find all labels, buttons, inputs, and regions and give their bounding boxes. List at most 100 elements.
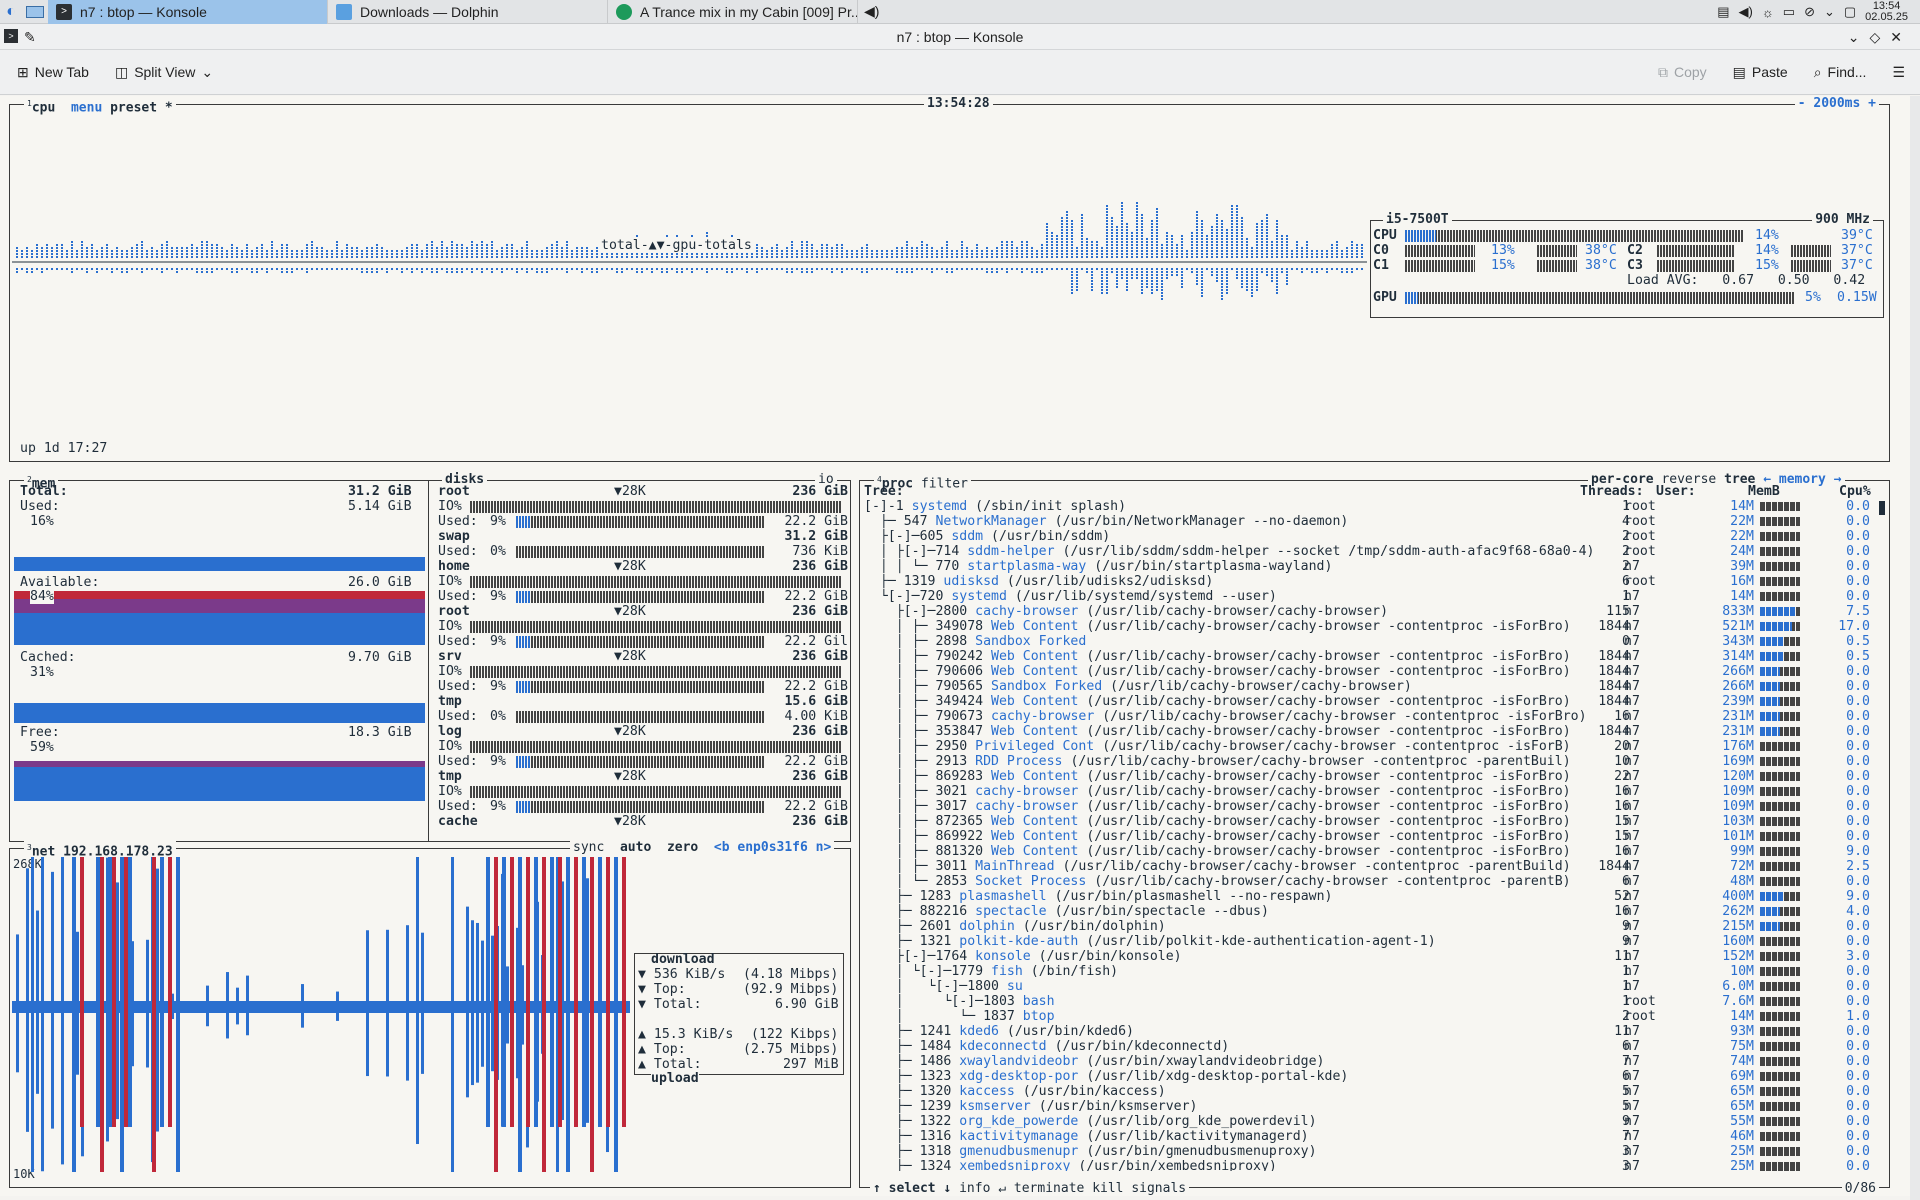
process-row[interactable]: │ ├─ 881320 Web Content (/usr/lib/cachy-… bbox=[864, 844, 1882, 859]
process-row[interactable]: ├─ 547 NetworkManager (/usr/bin/NetworkM… bbox=[864, 514, 1882, 529]
app-launcher-icon[interactable]: ◐ bbox=[0, 0, 22, 24]
tray-expand-icon[interactable]: ⌄ bbox=[1824, 4, 1835, 20]
process-row[interactable]: ├─ 882216 spectacle (/usr/bin/spectacle … bbox=[864, 904, 1882, 919]
preset-button[interactable]: preset * bbox=[110, 100, 173, 115]
process-row[interactable]: ├─ 1320 kaccess (/usr/bin/kaccess) 5 n7 65M… bbox=[864, 1084, 1882, 1099]
disk-used-bar bbox=[516, 546, 764, 558]
terminate-hint[interactable]: terminate bbox=[1014, 1181, 1084, 1196]
process-row[interactable]: ├─ 1319 udisksd (/usr/lib/udisks2/udisks… bbox=[864, 574, 1882, 589]
info-hint[interactable]: info ↵ bbox=[959, 1181, 1006, 1196]
signals-hint[interactable]: signals bbox=[1131, 1181, 1186, 1196]
cpu-freq: 900 MHz bbox=[1812, 212, 1873, 227]
split-view-button[interactable]: ◫ Split View ⌄ bbox=[106, 60, 222, 85]
gpu-graph-dot bbox=[1106, 280, 1108, 282]
process-user: n7 bbox=[1624, 724, 1640, 739]
process-row[interactable]: │ ├─ 790565 Sandbox Forked (/usr/lib/cac… bbox=[864, 679, 1882, 694]
find-button[interactable]: ⌕ Find... bbox=[1805, 60, 1876, 85]
process-row[interactable]: │ ├─ 2898 Sandbox Forked 0 n7 343M 0.5 bbox=[864, 634, 1882, 649]
process-row[interactable]: │ ├─ 790606 Web Content (/usr/lib/cachy-… bbox=[864, 664, 1882, 679]
kill-hint[interactable]: kill bbox=[1092, 1181, 1123, 1196]
process-row[interactable]: ├─ 1323 xdg-desktop-por (/usr/lib/xdg-de… bbox=[864, 1069, 1882, 1084]
process-row[interactable]: │ └─ 1837 btop 2 root 14M 1.0 bbox=[864, 1009, 1882, 1024]
process-row[interactable]: │ └[-]─1779 fish (/bin/fish) 1 n7 10M 0.0 bbox=[864, 964, 1882, 979]
cpu-graph-dot bbox=[1356, 247, 1358, 249]
process-row[interactable]: │ ├─ 3021 cachy-browser (/usr/lib/cachy-… bbox=[864, 784, 1882, 799]
process-row[interactable]: └[-]─720 systemd (/usr/lib/systemd/syste… bbox=[864, 589, 1882, 604]
process-row[interactable]: │ └─ 2853 Socket Process (/usr/lib/cachy… bbox=[864, 874, 1882, 889]
process-row[interactable]: ├─ 1239 ksmserver (/usr/bin/ksmserver) 5 n… bbox=[864, 1099, 1882, 1114]
process-row[interactable]: ├─ 1484 kdeconnectd (/usr/bin/kdeconnect… bbox=[864, 1039, 1882, 1054]
select-hint[interactable]: ↑ select ↓ bbox=[873, 1181, 951, 1196]
process-row[interactable]: ├─ 1486 xwaylandvideobr (/usr/bin/xwayla… bbox=[864, 1054, 1882, 1069]
process-row[interactable]: │ │ └─ 770 startplasma-way (/usr/bin/sta… bbox=[864, 559, 1882, 574]
process-row[interactable]: ├─ 1318 gmenudbusmenupr (/usr/bin/gmenud… bbox=[864, 1144, 1882, 1159]
filter-button[interactable]: filter bbox=[921, 476, 968, 491]
sync-toggle[interactable]: sync bbox=[573, 840, 604, 855]
new-tab-button[interactable]: ⊞ New Tab bbox=[8, 60, 98, 85]
process-row[interactable]: │ ├─ 349424 Web Content (/usr/lib/cachy-… bbox=[864, 694, 1882, 709]
process-row[interactable]: │ ├[-]─714 sddm-helper (/usr/lib/sddm/sd… bbox=[864, 544, 1882, 559]
show-desktop-icon[interactable]: ▢ bbox=[1844, 4, 1856, 20]
terminal-scrollbar[interactable] bbox=[1910, 96, 1920, 1200]
process-row[interactable]: ├[-]─605 sddm (/usr/bin/sddm) 2 root 22M 0.0 bbox=[864, 529, 1882, 544]
process-row[interactable]: │ └[-]─1803 bash 1 root 7.6M 0.0 bbox=[864, 994, 1882, 1009]
process-row[interactable]: │ ├─ 353847 Web Content (/usr/lib/cachy-… bbox=[864, 724, 1882, 739]
hamburger-menu-button[interactable]: ☰ bbox=[1883, 60, 1914, 85]
interval-control[interactable]: - 2000ms + bbox=[1794, 96, 1879, 111]
gpu-graph-dot bbox=[1071, 268, 1073, 270]
process-row[interactable]: ├─ 1283 plasmashell (/usr/bin/plasmashel… bbox=[864, 889, 1882, 904]
cpu-graph-dot bbox=[1091, 256, 1093, 258]
process-row[interactable]: │ ├─ 3011 MainThread (/usr/lib/cachy-bro… bbox=[864, 859, 1882, 874]
process-row[interactable]: ├─ 1316 kactivitymanage (/usr/lib/kactiv… bbox=[864, 1129, 1882, 1144]
notifications-icon[interactable]: ⊘ bbox=[1804, 4, 1815, 20]
process-row[interactable]: │ ├─ 869283 Web Content (/usr/lib/cachy-… bbox=[864, 769, 1882, 784]
auto-toggle[interactable]: auto bbox=[620, 840, 651, 855]
task-browser[interactable]: A Trance mix in my Cabin [009] Pr... bbox=[608, 0, 858, 24]
process-row[interactable]: ├─ 2601 dolphin (/usr/bin/dolphin) 9 n7 215… bbox=[864, 919, 1882, 934]
clock[interactable]: 13:54 02.05.25 bbox=[1865, 1, 1908, 23]
window-menu-icon[interactable]: > bbox=[4, 29, 18, 43]
display-icon[interactable]: ▭ bbox=[1783, 4, 1795, 20]
menu-button[interactable]: menu bbox=[71, 100, 102, 115]
volume-icon[interactable]: ◀) bbox=[1739, 4, 1753, 20]
process-row[interactable]: │ ├─ 2950 Privileged Cont (/usr/lib/cach… bbox=[864, 739, 1882, 754]
process-row[interactable]: │ ├─ 790242 Web Content (/usr/lib/cachy-… bbox=[864, 649, 1882, 664]
process-row[interactable]: ├─ 1324 xembedsniproxy (/usr/bin/xembeds… bbox=[864, 1159, 1882, 1171]
cpu-graph-dot bbox=[536, 253, 538, 255]
proc-scrollbar[interactable] bbox=[1879, 501, 1885, 515]
process-cpu: 0.0 bbox=[1846, 694, 1870, 709]
process-row[interactable]: │ ├─ 2913 RDD Process (/usr/lib/cachy-br… bbox=[864, 754, 1882, 769]
terminal-area[interactable]: 1cpu menu preset * 13:54:28 - 2000ms + t… bbox=[0, 96, 1910, 1196]
clipboard-icon[interactable]: ▤ bbox=[1717, 4, 1729, 20]
process-row[interactable]: ├─ 1321 polkit-kde-auth (/usr/lib/polkit… bbox=[864, 934, 1882, 949]
process-row[interactable]: ├[-]─2800 cachy-browser (/usr/lib/cachy-… bbox=[864, 604, 1882, 619]
cpu-label[interactable]: cpu bbox=[32, 100, 55, 115]
process-row[interactable]: │ ├─ 872365 Web Content (/usr/lib/cachy-… bbox=[864, 814, 1882, 829]
zero-toggle[interactable]: zero bbox=[667, 840, 698, 855]
paste-button[interactable]: ▤ Paste bbox=[1724, 60, 1797, 85]
interface-selector[interactable]: <b enp0s31f6 n> bbox=[714, 840, 831, 855]
process-row[interactable]: │ ├─ 790673 cachy-browser (/usr/lib/cach… bbox=[864, 709, 1882, 724]
process-row[interactable]: [-]-1 systemd (/sbin/init splash) 1 root 14… bbox=[864, 499, 1882, 514]
pager-icon[interactable] bbox=[22, 0, 48, 24]
process-row[interactable]: │ ├─ 3017 cachy-browser (/usr/lib/cachy-… bbox=[864, 799, 1882, 814]
task-konsole[interactable]: > n7 : btop — Konsole bbox=[48, 0, 328, 24]
cpu-graph-dot bbox=[1086, 256, 1088, 258]
minimize-icon[interactable]: ⌄ bbox=[1848, 29, 1870, 45]
brightness-icon[interactable]: ☼ bbox=[1762, 5, 1774, 20]
process-row[interactable]: ├─ 1241 kded6 (/usr/bin/kded6) 11 n7 93M 0.0 bbox=[864, 1024, 1882, 1039]
cpu-graph-dot bbox=[61, 244, 63, 246]
maximize-icon[interactable]: ◇ bbox=[1869, 29, 1890, 45]
process-row[interactable]: ├[-]─1764 konsole (/usr/bin/konsole) 11 n7… bbox=[864, 949, 1882, 964]
copy-button[interactable]: ⧉ Copy bbox=[1649, 60, 1716, 85]
pin-icon[interactable]: ✎ bbox=[24, 24, 36, 50]
close-icon[interactable]: ✕ bbox=[1890, 29, 1912, 45]
process-row[interactable]: ├─ 1322 org_kde_powerde (/usr/lib/org_kd… bbox=[864, 1114, 1882, 1129]
task-dolphin[interactable]: Downloads — Dolphin bbox=[328, 0, 608, 24]
process-row[interactable]: │ └[-]─1800 su 1 n7 6.0M 0.0 bbox=[864, 979, 1882, 994]
cpu-graph-dot bbox=[1001, 247, 1003, 249]
speaker-icon[interactable]: ◀) bbox=[864, 3, 879, 20]
process-row[interactable]: │ ├─ 869922 Web Content (/usr/lib/cachy-… bbox=[864, 829, 1882, 844]
process-row[interactable]: │ ├─ 349078 Web Content (/usr/lib/cachy-… bbox=[864, 619, 1882, 634]
cpu-graph-dot bbox=[1241, 247, 1243, 249]
